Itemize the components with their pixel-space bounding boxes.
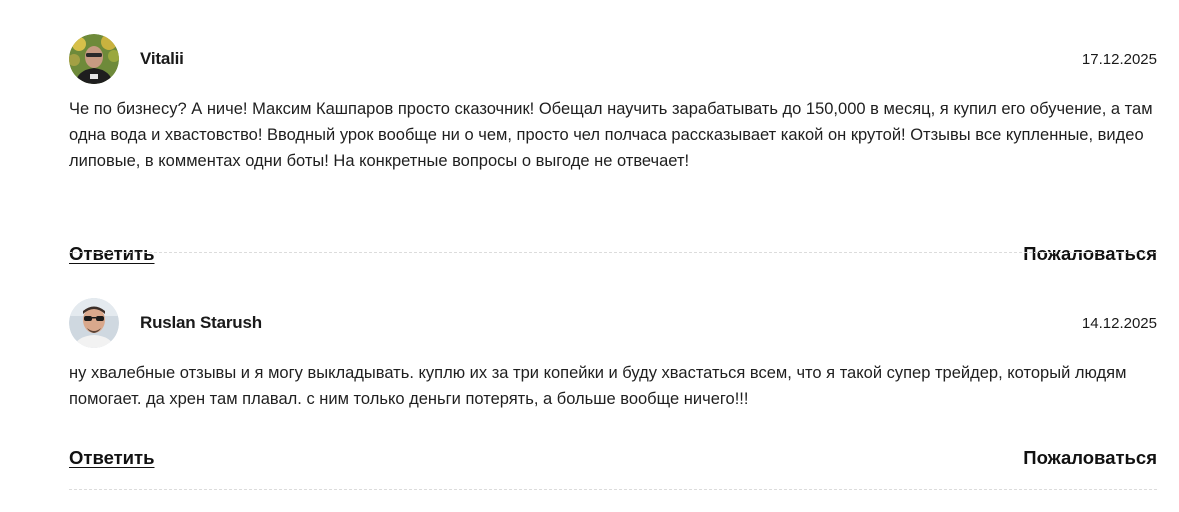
comment-divider [69, 252, 1157, 253]
comment-item: Vitalii 17.12.2025 Че по бизнесу? А ниче… [69, 34, 1157, 264]
report-link[interactable]: Пожаловаться [1023, 447, 1157, 469]
comment-text: ну хвалебные отзывы и я могу выкладывать… [69, 364, 1127, 408]
comment-header: Ruslan Starush 14.12.2025 [69, 298, 1157, 348]
comment-actions: Ответить Пожаловаться [69, 242, 1157, 266]
comment-divider [69, 489, 1157, 490]
user-photo-avatar-icon[interactable] [69, 34, 119, 84]
comment-text: Че по бизнесу? А ниче! Максим Кашпаров п… [69, 100, 1153, 170]
user-photo-avatar-icon[interactable] [69, 298, 119, 348]
comment-date: 14.12.2025 [1081, 314, 1157, 332]
comment-date: 17.12.2025 [1081, 50, 1157, 68]
reply-link[interactable]: Ответить [69, 243, 155, 265]
report-link[interactable]: Пожаловаться [1023, 243, 1157, 265]
comment-header: Vitalii 17.12.2025 [69, 34, 1157, 84]
reply-link[interactable]: Ответить [69, 447, 155, 469]
comment-author: Ruslan Starush [140, 313, 262, 332]
comment-author: Vitalii [140, 49, 184, 68]
comment-actions: Ответить Пожаловаться [69, 446, 1157, 470]
comment-item: Ruslan Starush 14.12.2025 ну хвалебные о… [69, 298, 1157, 490]
